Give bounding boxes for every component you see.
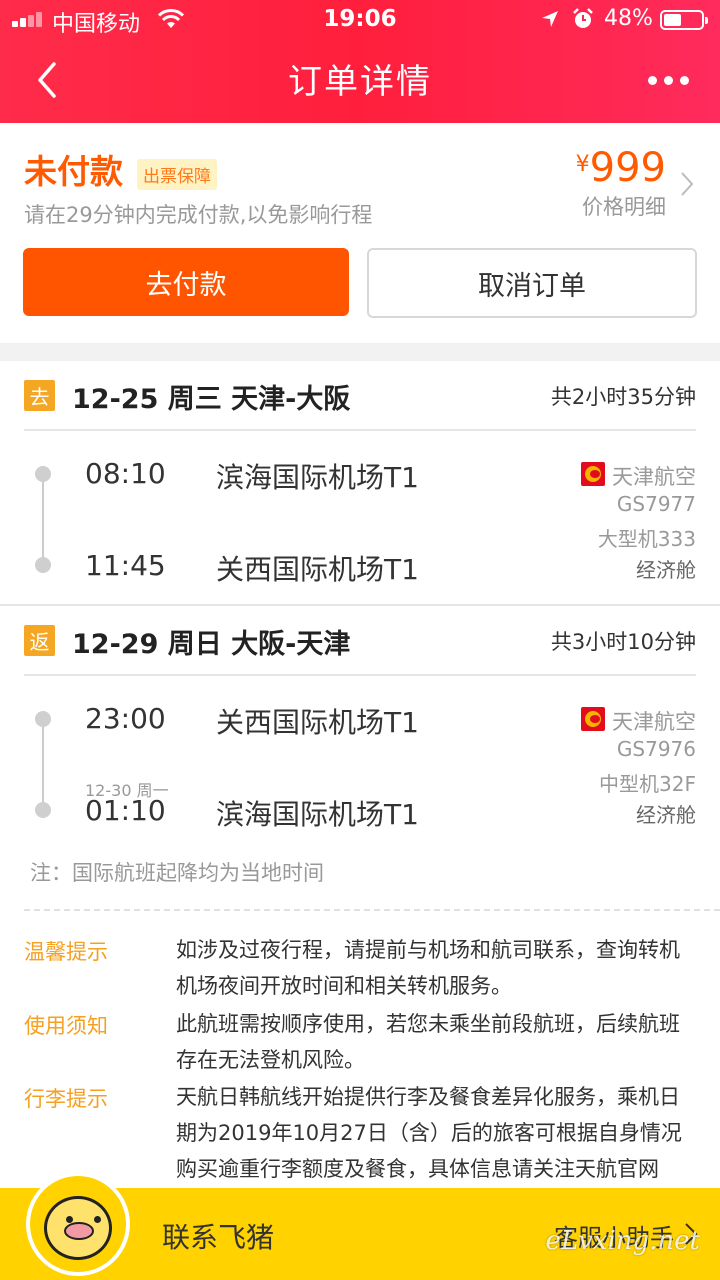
payment-deadline-hint: 请在29分钟内完成付款,以免影响行程 — [24, 203, 373, 227]
ticket-guarantee-badge[interactable]: 出票保障 — [137, 159, 217, 190]
local-time-note: 注：国际航班起降均为当地时间 — [30, 861, 324, 885]
airline-name: 天津航空 — [612, 465, 696, 489]
status-bar: 中国移动 19:06 48% — [0, 0, 720, 40]
return-leg-header: 返 12-29 周日 大阪-天津 共3小时10分钟 — [0, 606, 720, 674]
leg-title: 12-29 周日 大阪-天津 — [72, 629, 351, 660]
outbound-tag: 去 — [24, 380, 55, 411]
order-price[interactable]: ¥999 — [576, 145, 666, 191]
arrival-airport: 滨海国际机场T1 — [216, 798, 419, 831]
arrival-time: 11:45 — [85, 549, 166, 582]
timeline-line — [42, 475, 44, 565]
battery-icon — [660, 10, 708, 30]
header: 中国移动 19:06 48% 订单详情 — [0, 0, 720, 123]
pig-eye — [94, 1216, 101, 1223]
arrival-airport: 关西国际机场T1 — [216, 553, 419, 586]
order-status-card: 未付款 出票保障 请在29分钟内完成付款,以免影响行程 ¥999 价格明细 去付… — [0, 123, 720, 343]
tip-text: 如涉及过夜行程，请提前与机场和航司联系，查询转机机场夜间开放时间和相关转机服务。 — [176, 938, 680, 998]
departure-airport: 滨海国际机场T1 — [216, 461, 419, 494]
outbound-flight-segment[interactable]: 08:10 滨海国际机场T1 11:45 关西国际机场T1 天津航空 GS797… — [0, 431, 720, 603]
tip-label: 温馨提示 — [24, 940, 108, 964]
cancel-order-button[interactable]: 取消订单 — [367, 248, 697, 318]
leg-duration: 共2小时35分钟 — [550, 385, 696, 409]
watermark: eLvxing.net — [545, 1226, 700, 1256]
aircraft-type: 中型机32F — [599, 772, 696, 796]
location-arrow-icon — [542, 11, 558, 27]
currency-symbol: ¥ — [575, 152, 590, 177]
return-tag: 返 — [24, 625, 55, 656]
arrival-dot — [35, 802, 51, 818]
flight-number: GS7977 — [616, 492, 696, 516]
timeline-line — [42, 720, 44, 810]
battery-fill — [664, 14, 681, 26]
chevron-right-icon[interactable] — [680, 171, 694, 197]
outbound-leg-header: 去 12-25 周三 天津-大阪 共2小时35分钟 — [0, 361, 720, 429]
tip-label: 行李提示 — [24, 1087, 108, 1111]
alarm-icon — [573, 8, 593, 28]
arrival-time: 01:10 — [85, 794, 166, 827]
cabin-class: 经济舱 — [636, 803, 696, 827]
return-flight-segment[interactable]: 23:00 关西国际机场T1 12-30 周一 01:10 滨海国际机场T1 天… — [0, 676, 720, 846]
leg-title: 12-25 周三 天津-大阪 — [72, 384, 351, 415]
flight-number: GS7976 — [616, 737, 696, 761]
departure-dot — [35, 466, 51, 482]
pig-nose — [64, 1222, 94, 1240]
tip-text: 此航班需按顺序使用，若您未乘坐前段航班，后续航班存在无法登机风险。 — [176, 1012, 680, 1072]
tip-label: 使用须知 — [24, 1014, 108, 1038]
airline-name: 天津航空 — [612, 710, 696, 734]
departure-airport: 关西国际机场T1 — [216, 706, 419, 739]
page-title: 订单详情 — [288, 62, 432, 102]
arrival-dot — [35, 557, 51, 573]
departure-time: 23:00 — [85, 702, 166, 735]
price-amount: 999 — [589, 145, 666, 191]
contact-fliggy-button[interactable]: 联系飞猪 — [162, 1216, 274, 1256]
order-status: 未付款 — [24, 152, 123, 191]
tianjin-airlines-logo-icon — [581, 462, 605, 486]
departure-dot — [35, 711, 51, 727]
price-detail-link[interactable]: 价格明细 — [582, 191, 666, 221]
departure-time: 08:10 — [85, 457, 166, 490]
pay-button[interactable]: 去付款 — [23, 248, 349, 316]
battery-percent: 48% — [604, 6, 653, 31]
aircraft-type: 大型机333 — [597, 527, 696, 551]
tianjin-airlines-logo-icon — [581, 707, 605, 731]
dashed-divider — [24, 909, 720, 911]
cabin-class: 经济舱 — [636, 558, 696, 582]
leg-duration: 共3小时10分钟 — [550, 630, 696, 654]
more-dots-icon[interactable] — [644, 66, 692, 96]
section-gap — [0, 343, 720, 361]
fliggy-pig-avatar-icon[interactable] — [26, 1172, 130, 1276]
tip-text: 天航日韩航线开始提供行李及餐食差异化服务，乘机日期为2019年10月27日（含）… — [176, 1085, 682, 1181]
